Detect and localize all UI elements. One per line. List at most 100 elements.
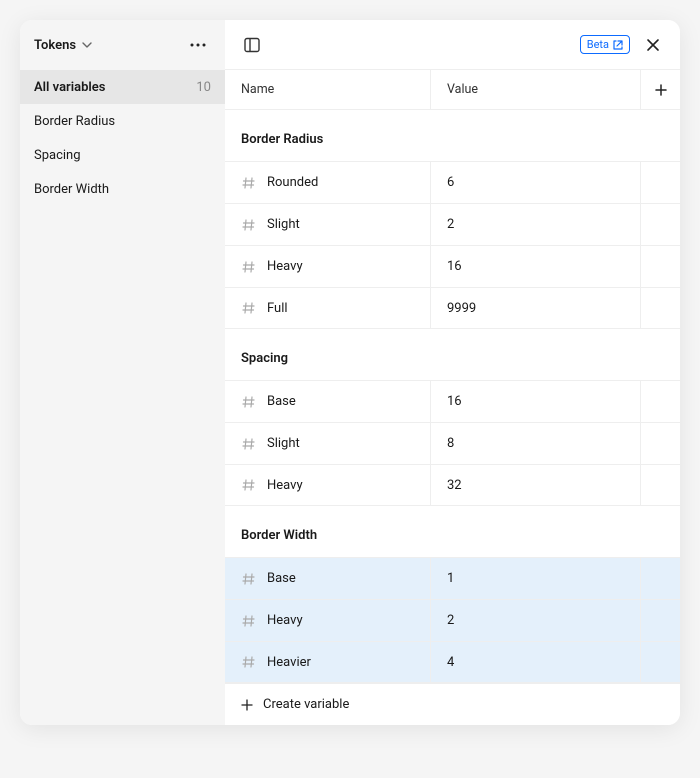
variable-row[interactable]: Slight 2 xyxy=(225,203,680,245)
variable-action-cell xyxy=(640,423,680,464)
variable-name-cell: Base xyxy=(225,558,430,599)
main-header: Beta xyxy=(225,20,680,70)
variable-value-cell[interactable]: 6 xyxy=(430,162,640,203)
close-button[interactable] xyxy=(640,32,666,58)
variable-row[interactable]: Heavy 32 xyxy=(225,464,680,506)
sidebar-item-count: 10 xyxy=(196,80,211,95)
variable-value: 2 xyxy=(447,613,454,628)
variable-value-cell[interactable]: 9999 xyxy=(430,288,640,328)
variable-value-cell[interactable]: 8 xyxy=(430,423,640,464)
number-type-icon xyxy=(241,395,257,409)
sidebar: Tokens All variables 10 Border Radius Spaci… xyxy=(20,20,225,725)
variable-name: Heavier xyxy=(267,655,311,670)
variable-name: Full xyxy=(267,301,288,316)
variable-value-cell[interactable]: 4 xyxy=(430,642,640,682)
add-mode-button[interactable] xyxy=(640,70,680,109)
sidebar-item-label: Border Radius xyxy=(34,114,115,129)
variable-group: Border RadiusRounded6Slight2Heavy16Full9… xyxy=(225,110,680,329)
variable-value: 2 xyxy=(447,217,454,232)
variable-value: 16 xyxy=(447,394,462,409)
variable-name-cell: Slight xyxy=(225,204,430,245)
collection-name: Tokens xyxy=(34,38,76,53)
close-icon xyxy=(646,38,660,52)
sidebar-item-label: All variables xyxy=(34,80,105,95)
toggle-sidepanel-button[interactable] xyxy=(239,32,265,58)
variable-name-cell: Full xyxy=(225,288,430,328)
variable-name: Base xyxy=(267,571,296,586)
variable-row[interactable]: Base 1 xyxy=(225,557,680,599)
variable-value: 4 xyxy=(447,655,454,670)
sidebar-item[interactable]: Border Width xyxy=(20,172,225,206)
number-type-icon xyxy=(241,301,257,315)
variable-name: Heavy xyxy=(267,478,303,493)
variable-action-cell xyxy=(640,465,680,505)
create-variable-button[interactable]: Create variable xyxy=(225,683,680,725)
variable-name-cell: Heavier xyxy=(225,642,430,682)
variable-name: Slight xyxy=(267,436,300,451)
variable-name-cell: Slight xyxy=(225,423,430,464)
number-type-icon xyxy=(241,176,257,190)
number-type-icon xyxy=(241,218,257,232)
variable-name: Rounded xyxy=(267,175,318,190)
sidebar-item-label: Spacing xyxy=(34,148,81,163)
sidebar-header: Tokens xyxy=(20,20,225,70)
variable-value-cell[interactable]: 2 xyxy=(430,204,640,245)
panel-icon xyxy=(243,36,261,54)
variable-row[interactable]: Slight 8 xyxy=(225,422,680,464)
variable-name: Slight xyxy=(267,217,300,232)
variable-action-cell xyxy=(640,246,680,287)
sidebar-item[interactable]: Border Radius xyxy=(20,104,225,138)
variable-row[interactable]: Heavier 4 xyxy=(225,641,680,683)
variable-action-cell xyxy=(640,204,680,245)
variable-action-cell xyxy=(640,600,680,641)
group-header: Border Width xyxy=(225,506,680,557)
variable-value-cell[interactable]: 2 xyxy=(430,600,640,641)
variable-row[interactable]: Full 9999 xyxy=(225,287,680,329)
variable-action-cell xyxy=(640,381,680,422)
group-header: Spacing xyxy=(225,329,680,380)
variable-name-cell: Heavy xyxy=(225,465,430,505)
variable-row[interactable]: Rounded 6 xyxy=(225,161,680,203)
number-type-icon xyxy=(241,614,257,628)
variable-group: Border Width Base 1 Heavy 2 Heavier 4 xyxy=(225,506,680,683)
variable-value-cell[interactable]: 32 xyxy=(430,465,640,505)
beta-label: Beta xyxy=(587,38,609,51)
create-variable-label: Create variable xyxy=(263,697,349,712)
variable-action-cell xyxy=(640,558,680,599)
number-type-icon xyxy=(241,478,257,492)
chevron-down-icon xyxy=(82,40,92,50)
sidebar-item[interactable]: All variables 10 xyxy=(20,70,225,104)
variable-value-cell[interactable]: 16 xyxy=(430,381,640,422)
variable-value: 6 xyxy=(447,175,454,190)
variable-name: Heavy xyxy=(267,613,303,628)
number-type-icon xyxy=(241,437,257,451)
variable-name-cell: Heavy xyxy=(225,600,430,641)
beta-badge[interactable]: Beta xyxy=(580,35,630,54)
variable-name: Base xyxy=(267,394,296,409)
plus-icon xyxy=(241,699,253,711)
variable-group: Spacing Base 16 Slight 8 Heavy 32 xyxy=(225,329,680,506)
column-value-header: Value xyxy=(430,70,640,109)
external-link-icon xyxy=(613,40,623,50)
variable-row[interactable]: Heavy 16 xyxy=(225,245,680,287)
sidebar-item-label: Border Width xyxy=(34,182,109,197)
variable-value-cell[interactable]: 16 xyxy=(430,246,640,287)
plus-icon xyxy=(654,83,668,97)
more-button[interactable] xyxy=(185,32,211,58)
variable-value-cell[interactable]: 1 xyxy=(430,558,640,599)
variable-action-cell xyxy=(640,162,680,203)
variable-row[interactable]: Base 16 xyxy=(225,380,680,422)
variable-name-cell: Heavy xyxy=(225,246,430,287)
variable-name: Heavy xyxy=(267,259,303,274)
number-type-icon xyxy=(241,260,257,274)
variable-row[interactable]: Heavy 2 xyxy=(225,599,680,641)
variable-value: 32 xyxy=(447,478,462,493)
variables-panel: Tokens All variables 10 Border Radius Spaci… xyxy=(20,20,680,725)
collection-dropdown[interactable]: Tokens xyxy=(34,38,92,53)
variable-value: 1 xyxy=(447,571,454,586)
variable-action-cell xyxy=(640,642,680,682)
more-horizontal-icon xyxy=(190,43,206,47)
number-type-icon xyxy=(241,572,257,586)
sidebar-item[interactable]: Spacing xyxy=(20,138,225,172)
variable-value: 16 xyxy=(447,259,462,274)
